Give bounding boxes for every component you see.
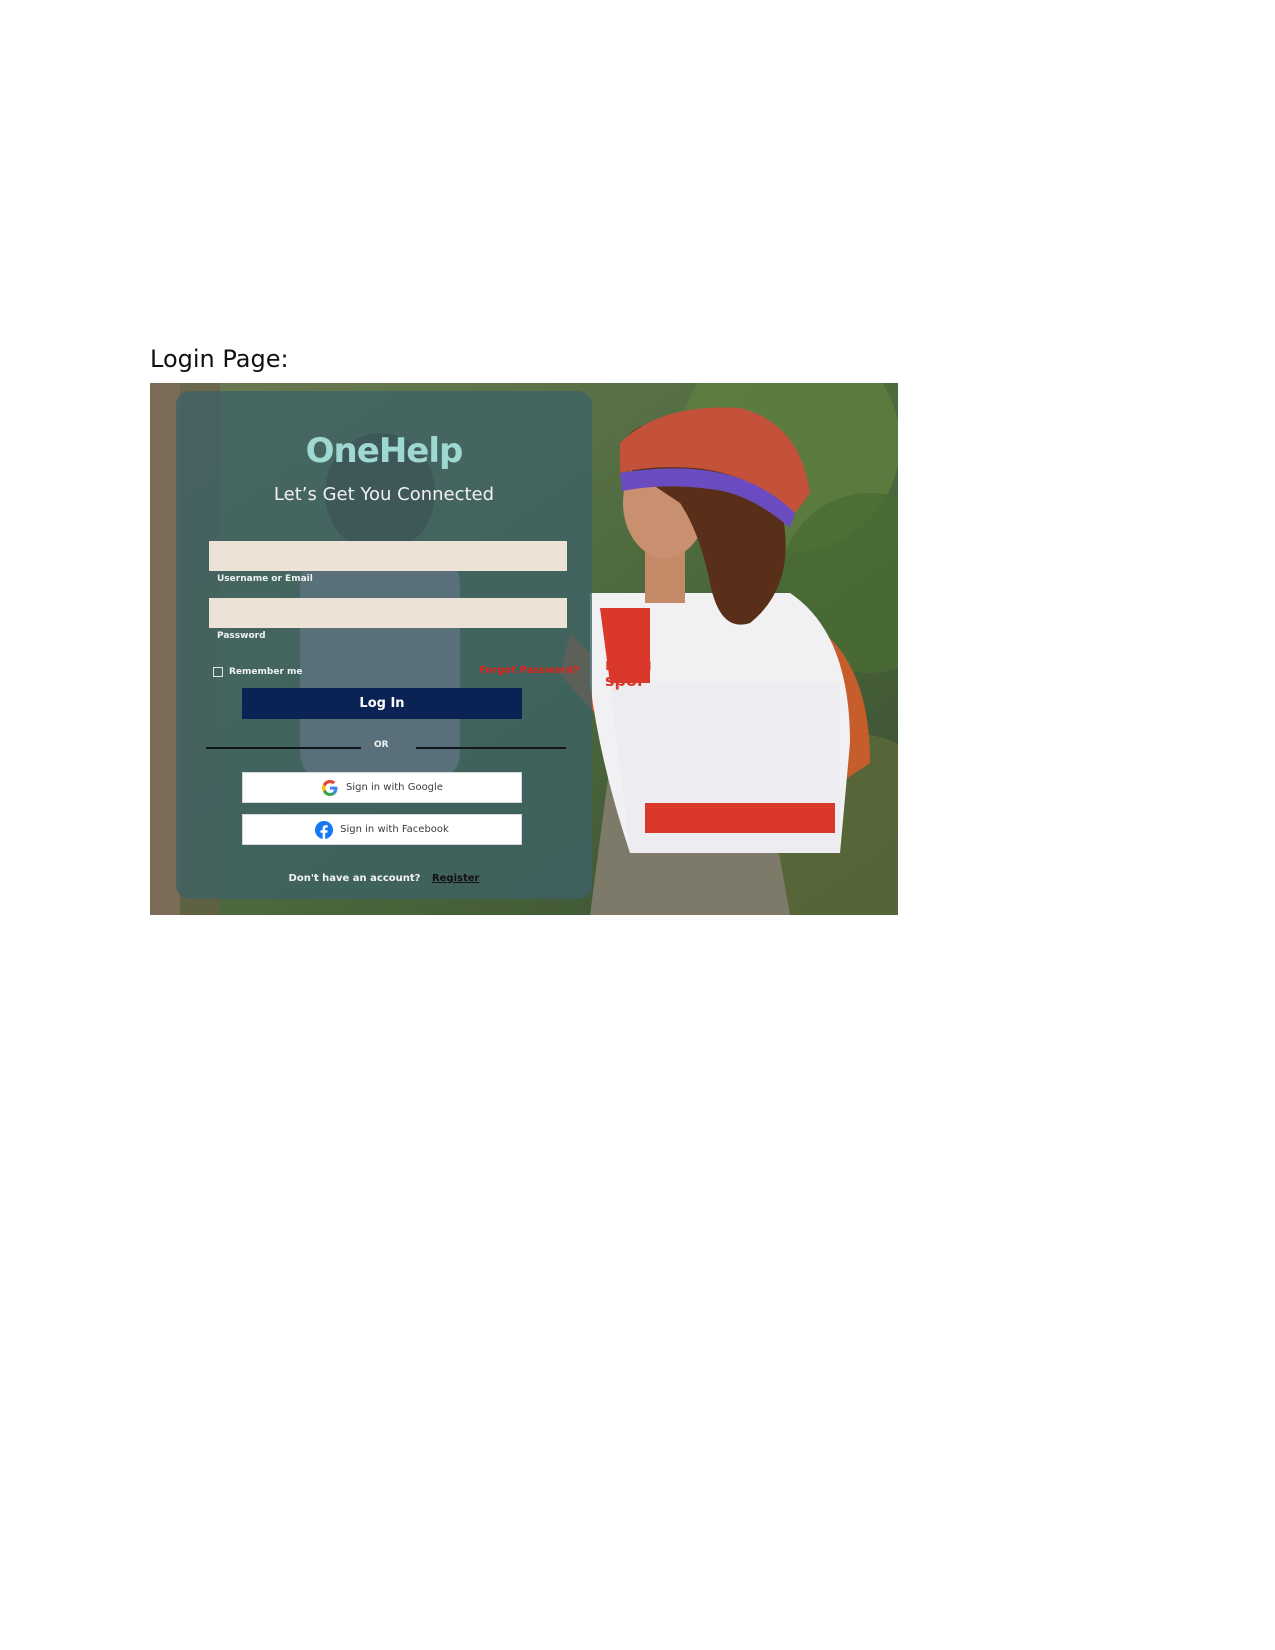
divider-left — [206, 747, 361, 749]
register-link[interactable]: Register — [432, 873, 480, 884]
svg-text:spor: spor — [605, 671, 645, 690]
document-heading: Login Page: — [150, 345, 289, 373]
forgot-password-link[interactable]: Forgot Password? — [479, 665, 579, 676]
facebook-icon — [315, 820, 334, 839]
username-input[interactable] — [209, 541, 567, 571]
password-label: Password — [217, 631, 266, 641]
login-screenshot: merg spor OneHelp Let’s Get You Connecte… — [150, 383, 898, 915]
tagline: Let’s Get You Connected — [273, 484, 495, 505]
password-input[interactable] — [209, 598, 567, 628]
register-prompt: Don't have an account? — [288, 873, 421, 884]
login-button[interactable]: Log In — [242, 688, 522, 719]
divider-right — [416, 747, 566, 749]
remember-me-checkbox[interactable] — [213, 667, 223, 677]
or-divider-label: OR — [374, 740, 389, 750]
username-label: Username or Email — [217, 574, 313, 584]
remember-me-label: Remember me — [229, 667, 303, 677]
google-signin-button[interactable]: Sign in with Google — [242, 772, 522, 803]
login-card: OneHelp Let’s Get You Connected Username… — [176, 391, 592, 899]
facebook-signin-button[interactable]: Sign in with Facebook — [242, 814, 522, 845]
remember-me-row: Remember me — [213, 667, 303, 677]
google-signin-label: Sign in with Google — [346, 782, 443, 793]
register-row: Don't have an account? Register — [176, 873, 592, 884]
google-icon — [321, 779, 339, 797]
brand-logo: OneHelp — [305, 431, 464, 471]
facebook-signin-label: Sign in with Facebook — [340, 824, 449, 835]
